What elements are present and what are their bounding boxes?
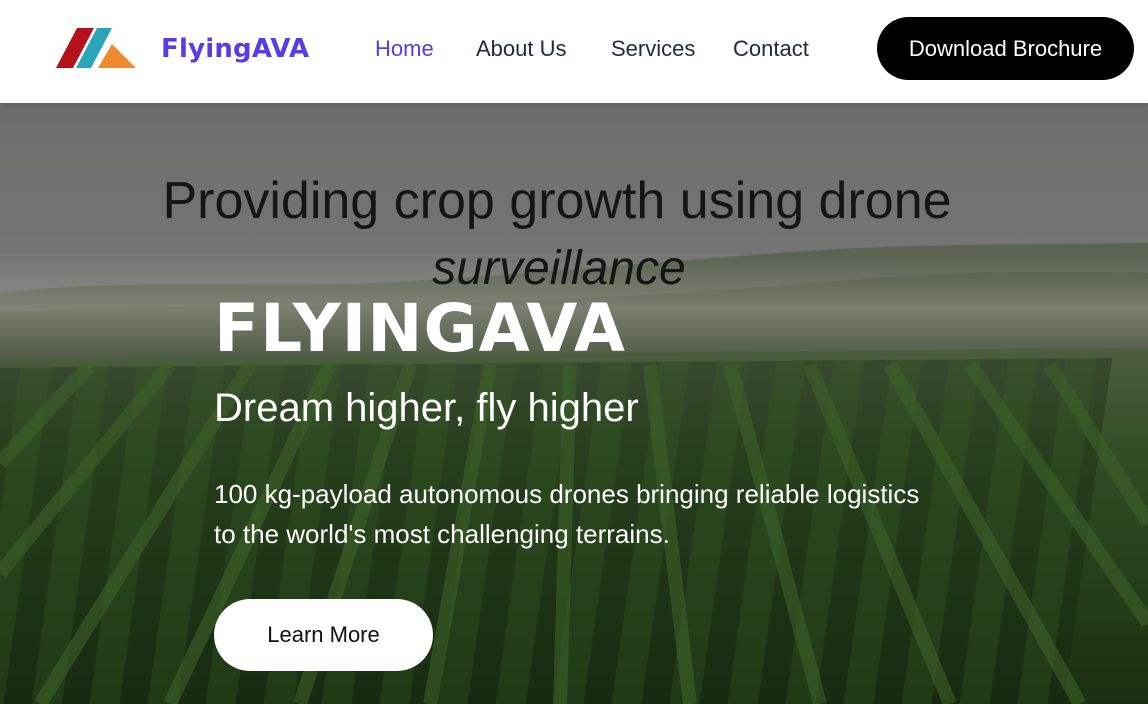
hero-section: Providing crop growth using drone survei… (0, 103, 1148, 704)
download-brochure-button[interactable]: Download Brochure (877, 17, 1134, 80)
flyingava-logo-icon[interactable] (54, 26, 138, 70)
learn-more-button[interactable]: Learn More (214, 599, 433, 671)
brand-name[interactable]: FlyingAVA (161, 33, 309, 65)
hero-subtitle: Dream higher, fly higher (214, 386, 639, 430)
banner-heading: Providing crop growth using drone (162, 172, 952, 230)
top-navbar: FlyingAVA Home About Us Services Contact… (0, 0, 1148, 103)
nav-link-contact[interactable]: Contact (733, 35, 809, 63)
nav-link-services[interactable]: Services (611, 35, 695, 63)
hero-title: FLYINGAVA (214, 290, 626, 367)
nav-link-about-us[interactable]: About Us (476, 35, 567, 63)
hero-description: 100 kg-payload autonomous drones bringin… (214, 479, 920, 549)
banner-heading-italic: surveillance (432, 242, 686, 295)
nav-link-home[interactable]: Home (375, 35, 434, 63)
